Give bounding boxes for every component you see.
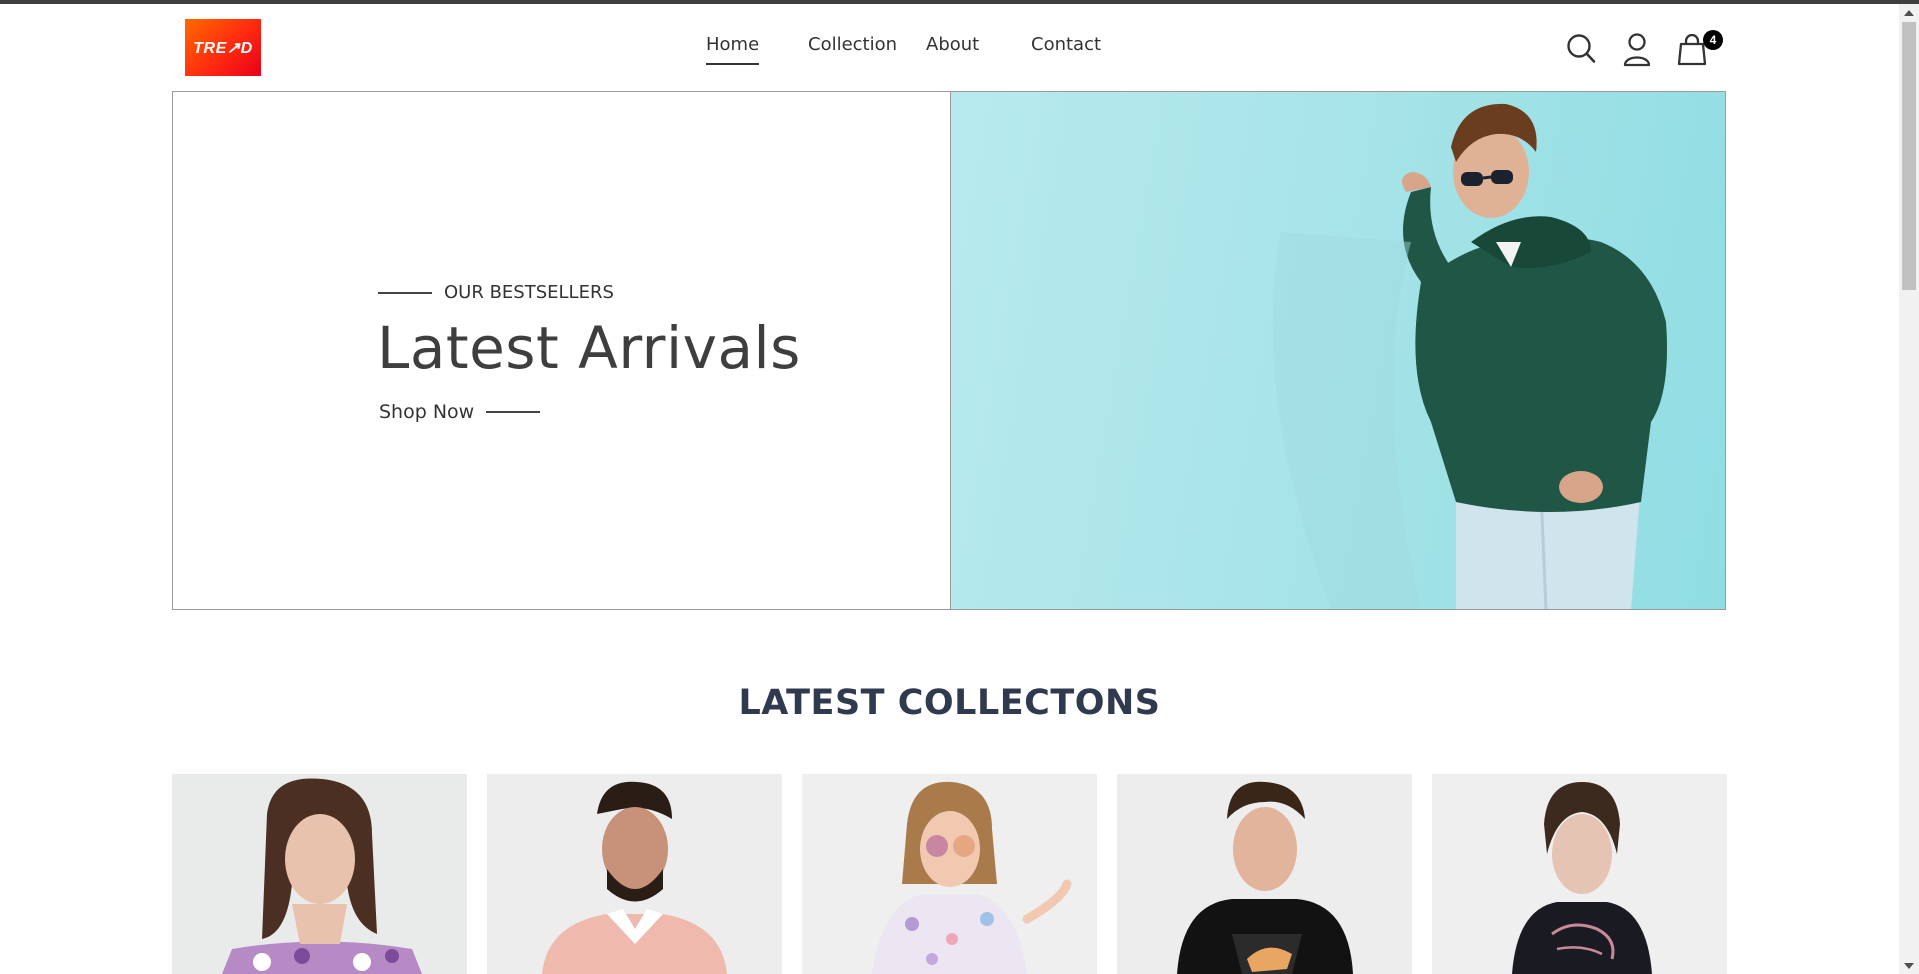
product-card[interactable] (1432, 774, 1727, 974)
product-card[interactable] (802, 774, 1097, 974)
product-image (1432, 774, 1727, 974)
product-card[interactable] (172, 774, 467, 974)
hero-eyebrow-text: OUR BESTSELLERS (444, 282, 614, 303)
nav-contact[interactable]: Contact (1031, 34, 1101, 55)
nav-collection-label: Collection (808, 34, 898, 55)
shop-now-divider (486, 411, 541, 413)
user-icon (1623, 33, 1651, 67)
shop-now-link[interactable]: Shop Now (379, 401, 541, 423)
product-image (1117, 774, 1412, 974)
nav-about[interactable]: About (926, 34, 979, 55)
product-card[interactable] (487, 774, 782, 974)
scroll-down-arrow[interactable] (1899, 957, 1919, 974)
cart-button[interactable]: 4 (1676, 30, 1723, 68)
account-button[interactable] (1621, 32, 1655, 68)
nav-active-indicator (706, 63, 760, 65)
hero-model-illustration (1272, 103, 1667, 609)
hero-title: Latest Arrivals (377, 314, 801, 382)
site-header: TRE↗D Home Collection About Contact 4 (172, 4, 1726, 92)
header-actions: 4 (1566, 30, 1723, 72)
nav-home-label: Home (706, 34, 760, 55)
section-title: LATEST COLLECTONS (738, 683, 1161, 723)
product-image (487, 774, 782, 974)
hero-eyebrow: OUR BESTSELLERS (378, 282, 614, 303)
search-icon (1567, 34, 1596, 63)
nav-collection[interactable]: Collection (808, 34, 897, 55)
brand-logo[interactable]: TRE↗D (185, 19, 261, 76)
brand-logo-text: TRE↗D (193, 39, 253, 57)
page-viewport: TRE↗D Home Collection About Contact 4 OU… (0, 4, 1899, 974)
cart-count-badge: 4 (1703, 30, 1723, 50)
nav-contact-label: Contact (1031, 34, 1102, 55)
scroll-up-arrow[interactable] (1899, 4, 1919, 21)
vertical-scrollbar[interactable] (1899, 4, 1919, 974)
nav-about-label: About (926, 34, 980, 55)
nav-home[interactable]: Home (706, 34, 760, 65)
product-image (172, 774, 467, 974)
scrollbar-thumb[interactable] (1902, 22, 1916, 290)
chevron-down-icon (1904, 962, 1914, 969)
hero-text-panel: OUR BESTSELLERS Latest Arrivals Shop Now (173, 92, 950, 609)
hero-banner: OUR BESTSELLERS Latest Arrivals Shop Now (172, 92, 1726, 610)
eyebrow-divider (378, 291, 432, 294)
product-image (802, 774, 1097, 974)
shop-now-label: Shop Now (379, 401, 475, 423)
product-grid (172, 774, 1727, 974)
hero-image (949, 92, 1725, 609)
product-card[interactable] (1117, 774, 1412, 974)
chevron-up-icon (1904, 9, 1914, 16)
search-button[interactable] (1566, 32, 1600, 68)
